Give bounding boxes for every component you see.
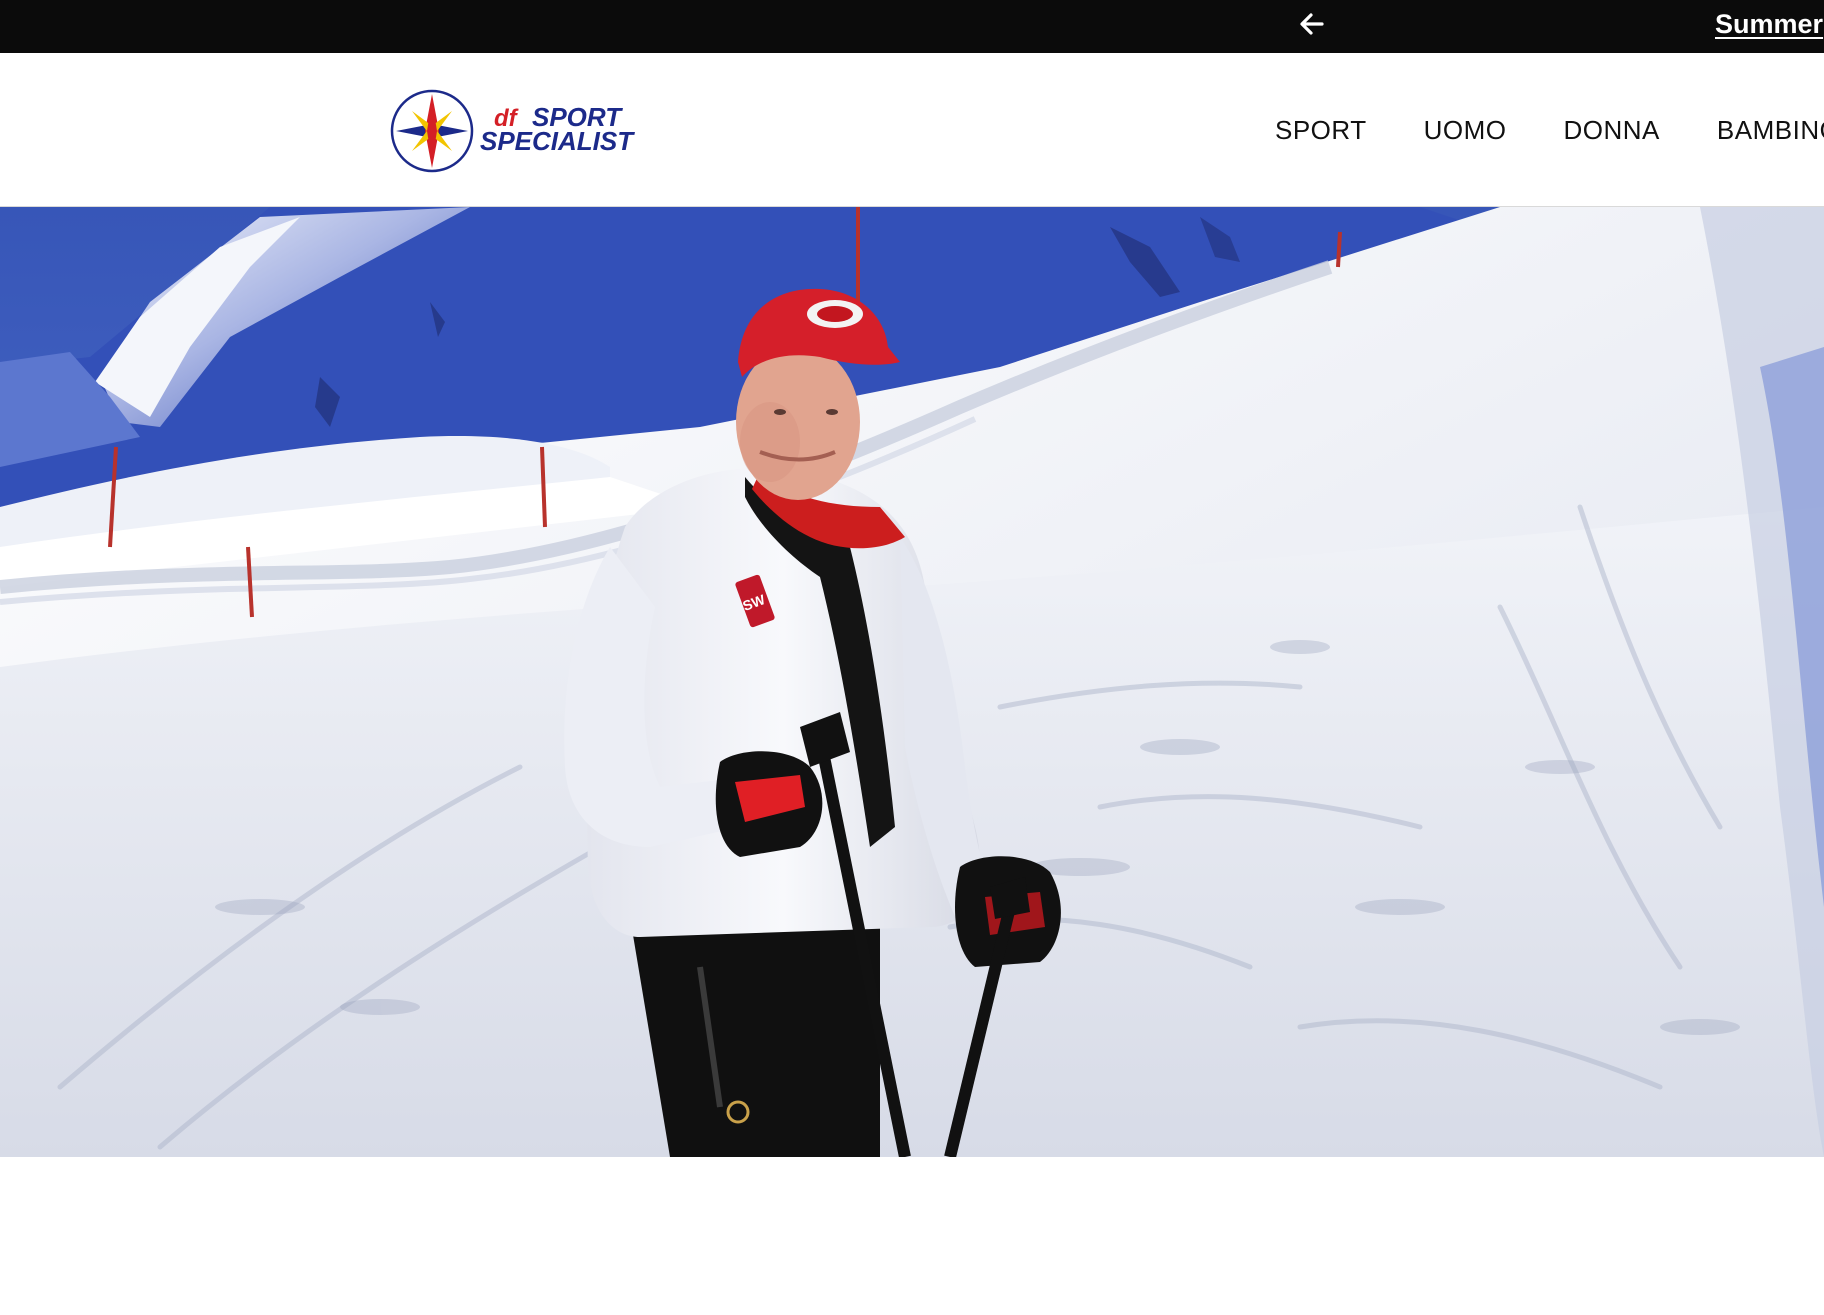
promo-bar: Summer <box>0 0 1824 53</box>
hero-scene: SW <box>0 207 1824 1157</box>
content-area <box>0 1157 1824 1315</box>
hero-image: SW <box>0 207 1824 1157</box>
logo-line2: SPECIALIST <box>480 126 635 156</box>
nav-item-donna[interactable]: DONNA <box>1564 114 1660 146</box>
arrow-left-icon[interactable] <box>1298 10 1326 38</box>
nav-item-sport[interactable]: SPORT <box>1275 114 1367 146</box>
nav-item-bambino[interactable]: BAMBINO <box>1717 114 1824 146</box>
main-nav: SPORT UOMO DONNA BAMBINO <box>1275 114 1824 146</box>
brand-logo[interactable]: df SPORT SPECIALIST <box>390 86 646 176</box>
site-header: df SPORT SPECIALIST SPORT UOMO DONNA BAMBIN… <box>0 53 1824 207</box>
nav-item-uomo[interactable]: UOMO <box>1424 114 1507 146</box>
promo-link[interactable]: Summer <box>1715 8 1823 40</box>
